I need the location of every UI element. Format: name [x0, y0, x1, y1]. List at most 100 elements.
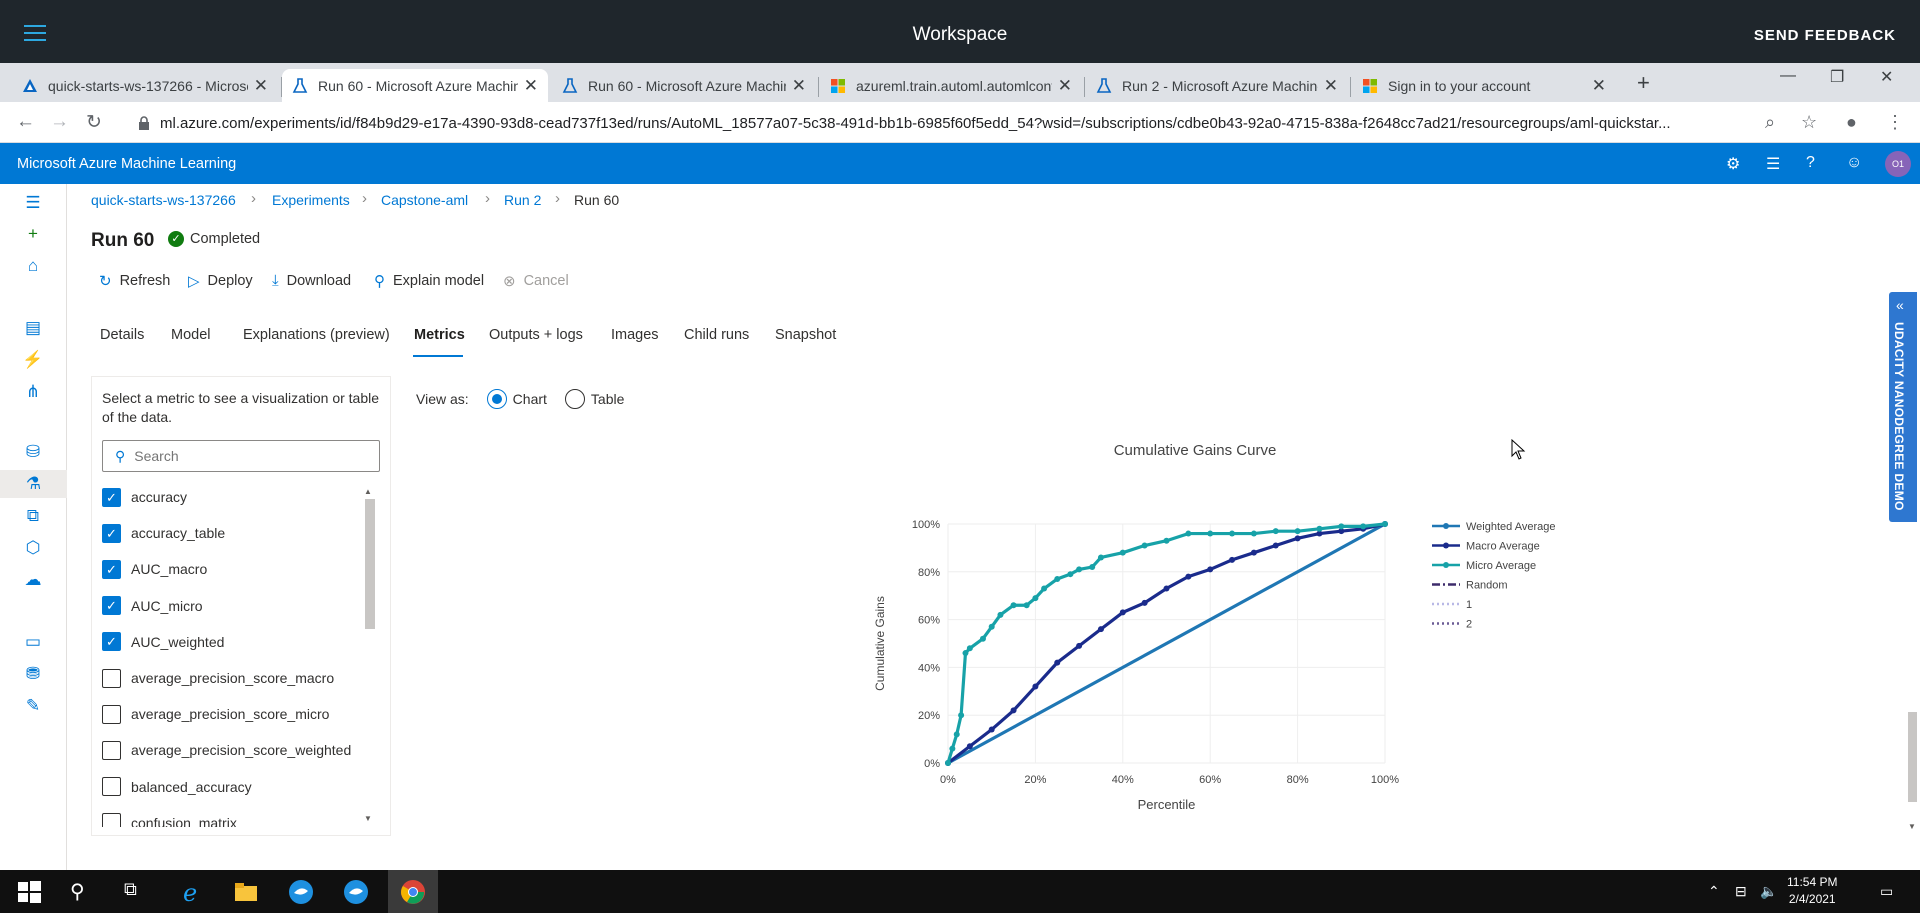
metric-checkbox-row[interactable]: confusion_matrix [102, 811, 237, 827]
tab-metrics[interactable]: Metrics [414, 327, 465, 343]
feedback-smiley-icon[interactable]: ☺ [1846, 154, 1862, 172]
download-button[interactable]: ⤓ Download [272, 272, 351, 289]
tab-model[interactable]: Model [171, 327, 211, 343]
browser-tab[interactable]: azureml.train.automl.automlconfig ✕ [820, 69, 1082, 102]
metric-checkbox-row[interactable]: average_precision_score_weighted [102, 738, 351, 762]
breadcrumb-parent-run[interactable]: Run 2 [504, 192, 541, 208]
models-icon[interactable]: ⬡ [22, 538, 44, 558]
close-icon[interactable]: ✕ [1592, 76, 1606, 96]
metric-checkbox-row[interactable]: balanced_accuracy [102, 775, 252, 799]
cancel-button[interactable]: ⊗ Cancel [503, 272, 569, 290]
windows-start-icon[interactable] [16, 879, 42, 905]
new-tab-button[interactable]: + [1637, 70, 1650, 96]
volume-muted-icon[interactable]: 🔈 [1760, 883, 1777, 900]
metric-checkbox-row[interactable]: ✓ AUC_micro [102, 594, 203, 618]
metric-checkbox-row[interactable]: ✓ accuracy [102, 485, 187, 509]
zoom-icon[interactable]: ⌕ [1765, 112, 1775, 133]
notifications-icon[interactable]: ☰ [1766, 154, 1780, 174]
tab-outputs-logs[interactable]: Outputs + logs [489, 327, 583, 343]
profile-icon[interactable]: ● [1846, 112, 1857, 133]
forward-arrow-icon[interactable]: → [50, 111, 69, 133]
main-scrollbar-thumb[interactable] [1908, 712, 1917, 802]
star-icon[interactable]: ☆ [1801, 112, 1817, 133]
browser-tab[interactable]: Run 60 - Microsoft Azure Machine Learnin… [552, 69, 816, 102]
automl-icon[interactable]: ⚡ [22, 350, 44, 370]
app-icon[interactable] [343, 879, 369, 905]
restore-icon[interactable]: ❐ [1830, 67, 1844, 87]
reload-icon[interactable]: ↻ [86, 111, 102, 134]
search-input[interactable] [134, 448, 355, 464]
settings-gear-icon[interactable]: ⚙ [1726, 154, 1740, 174]
pipelines-icon[interactable]: ⧉ [22, 506, 44, 526]
tab-details[interactable]: Details [100, 327, 144, 343]
refresh-button[interactable]: ↻ Refresh [99, 272, 170, 290]
help-icon[interactable]: ? [1806, 154, 1815, 172]
avatar[interactable]: O1 [1885, 151, 1911, 177]
task-view-icon[interactable]: ⧉ [124, 879, 137, 900]
close-icon[interactable]: ✕ [254, 76, 268, 96]
tab-snapshot[interactable]: Snapshot [775, 327, 836, 343]
designer-icon[interactable]: ⋔ [22, 382, 44, 402]
metric-checkbox-row[interactable]: ✓ accuracy_table [102, 521, 225, 545]
datasets-icon[interactable]: ⛁ [22, 442, 44, 462]
app-icon[interactable] [288, 879, 314, 905]
close-icon[interactable]: ✕ [1058, 76, 1072, 96]
metric-checkbox-row[interactable]: ✓ AUC_weighted [102, 630, 224, 654]
home-icon[interactable]: ⌂ [22, 256, 44, 276]
endpoints-icon[interactable]: ☁ [22, 570, 44, 590]
scrollbar-thumb[interactable] [365, 499, 375, 629]
kebab-menu-icon[interactable]: ⋮ [1886, 112, 1904, 133]
scroll-up-arrow-icon[interactable]: ▲ [364, 487, 372, 496]
table-radio-label[interactable]: Table [591, 391, 624, 407]
breadcrumb-workspace[interactable]: quick-starts-ws-137266 [91, 192, 236, 208]
labeling-icon[interactable]: ✎ [22, 696, 44, 716]
scroll-down-arrow-icon[interactable]: ▼ [364, 814, 372, 823]
metric-checkbox-row[interactable]: average_precision_score_macro [102, 666, 334, 690]
metric-checkbox-row[interactable]: average_precision_score_micro [102, 702, 329, 726]
close-icon[interactable]: ✕ [1324, 76, 1338, 96]
metric-checkbox-row[interactable]: ✓ AUC_macro [102, 557, 207, 581]
chart-radio-label[interactable]: Chart [513, 391, 547, 407]
compute-icon[interactable]: ▭ [22, 632, 44, 652]
checkbox-unchecked[interactable] [102, 704, 121, 724]
checkbox-checked[interactable]: ✓ [102, 559, 121, 579]
deploy-button[interactable]: ▷ Deploy [188, 272, 253, 290]
experiments-icon[interactable]: ⚗ [0, 470, 67, 498]
tab-images[interactable]: Images [611, 327, 659, 343]
chevron-up-icon[interactable]: ⌃ [1708, 883, 1720, 900]
minimize-icon[interactable]: — [1780, 67, 1796, 85]
explain-model-button[interactable]: ⚲ Explain model [374, 272, 484, 290]
breadcrumb-experiments[interactable]: Experiments [272, 192, 350, 208]
collapse-menu-icon[interactable]: ☰ [22, 193, 44, 213]
close-icon[interactable]: ✕ [524, 76, 538, 96]
search-icon[interactable]: ⚲ [70, 879, 85, 904]
browser-tab[interactable]: Run 2 - Microsoft Azure Machine Learning… [1086, 69, 1348, 102]
tab-child-runs[interactable]: Child runs [684, 327, 749, 343]
checkbox-checked[interactable]: ✓ [102, 487, 121, 507]
checkbox-unchecked[interactable] [102, 777, 121, 797]
search-box[interactable]: ⚲ [102, 440, 380, 472]
send-feedback-button[interactable]: SEND FEEDBACK [1754, 27, 1896, 44]
scroll-down-arrow-icon[interactable]: ▼ [1908, 822, 1916, 831]
back-arrow-icon[interactable]: ← [16, 111, 35, 133]
close-icon[interactable]: ✕ [792, 76, 806, 96]
notifications-icon[interactable]: ▭ [1880, 883, 1893, 900]
network-icon[interactable]: ⊟ [1735, 883, 1747, 900]
checkbox-checked[interactable]: ✓ [102, 596, 121, 616]
checkbox-unchecked[interactable] [102, 668, 121, 688]
checkbox-unchecked[interactable] [102, 740, 121, 760]
close-window-icon[interactable]: ✕ [1880, 67, 1893, 87]
notebooks-icon[interactable]: ▤ [22, 318, 44, 338]
breadcrumb-experiment[interactable]: Capstone-aml [381, 192, 468, 208]
internet-explorer-icon[interactable]: e [179, 879, 205, 905]
file-explorer-icon[interactable] [233, 879, 259, 905]
browser-tab[interactable]: Sign in to your account ✕ [1352, 69, 1616, 102]
chrome-icon[interactable] [400, 879, 426, 905]
checkbox-checked[interactable]: ✓ [102, 632, 121, 652]
table-radio[interactable] [564, 389, 585, 409]
browser-tab-active[interactable]: Run 60 - Microsoft Azure Machine Learnin… [282, 69, 548, 102]
system-clock[interactable]: 11:54 PM 2/4/2021 [1787, 874, 1837, 908]
tab-explanations[interactable]: Explanations (preview) [243, 327, 390, 343]
create-new-icon[interactable]: + [22, 224, 44, 244]
url-field[interactable]: ml.azure.com/experiments/id/f84b9d29-e17… [138, 108, 1768, 138]
